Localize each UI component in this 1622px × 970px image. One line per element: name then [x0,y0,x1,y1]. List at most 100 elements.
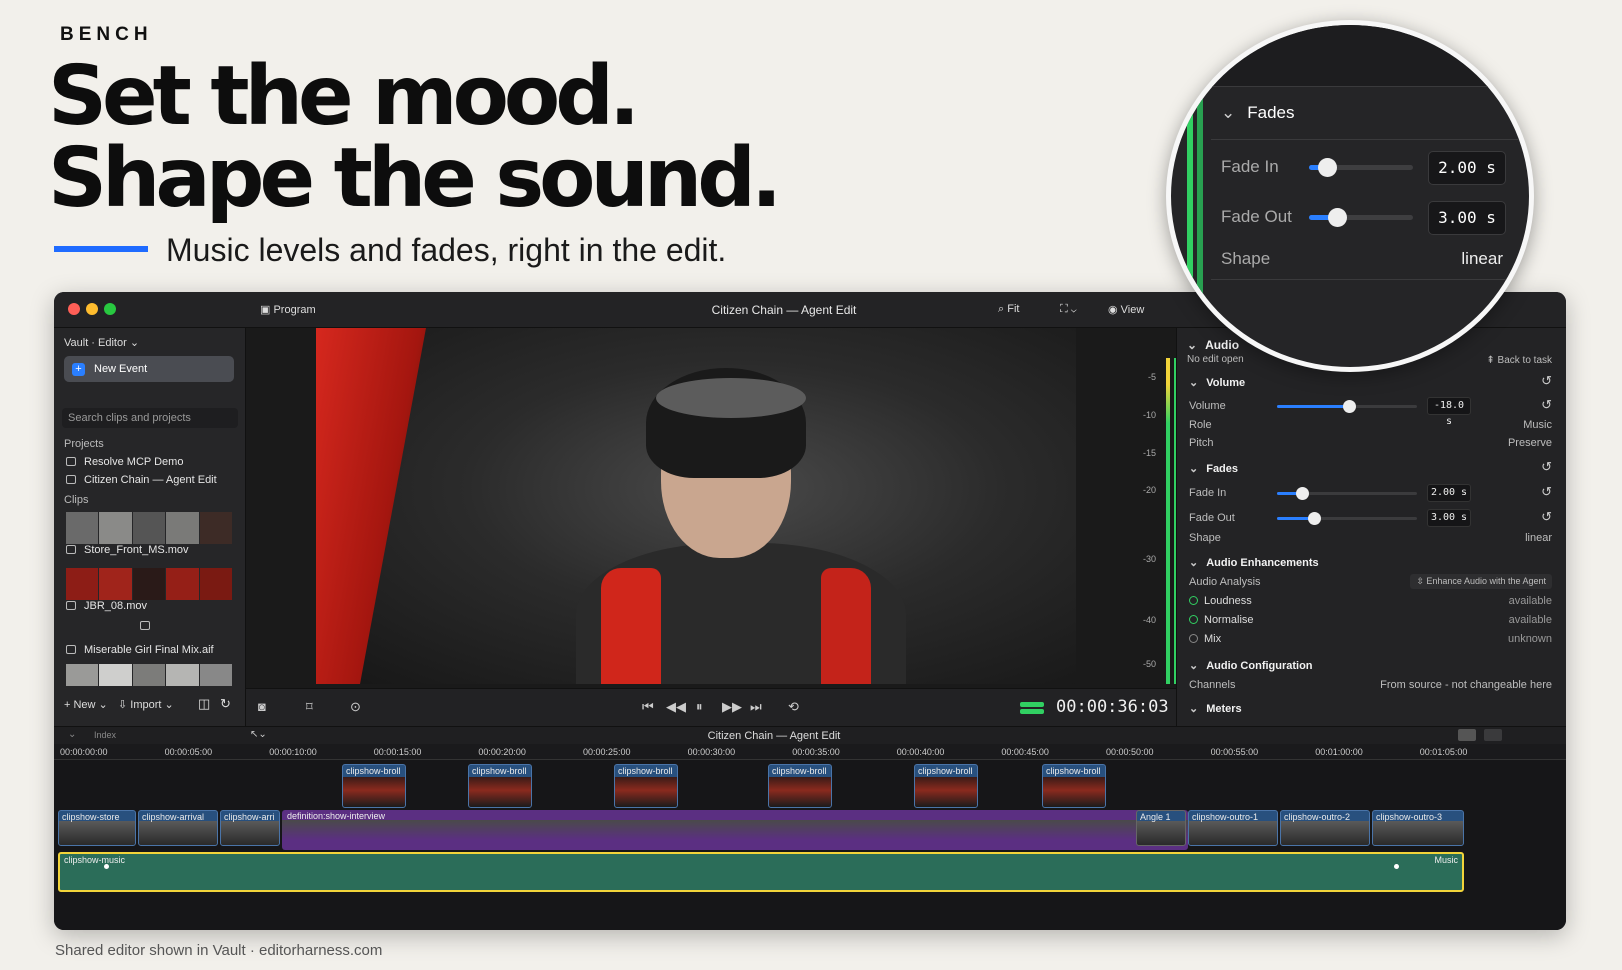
step-forward-icon[interactable]: ▶▶ [722,699,742,715]
broll-clip[interactable]: clipshow-broll [1042,764,1106,808]
pause-icon[interactable]: ⏸ [696,699,703,715]
pitch-value[interactable]: Preserve [1508,437,1552,449]
timeline-clip[interactable]: clipshow-store [58,810,136,846]
import-menu-button[interactable]: ⇩ Import ⌄ [118,698,174,711]
meter-tick: -30 [1142,554,1156,564]
film-icon [66,545,76,554]
timeline-tracks[interactable]: clipshow-broll clipshow-broll clipshow-bro… [54,760,1566,930]
bookmark-icon[interactable]: ⌑ [306,699,313,715]
clip-item[interactable]: Miserable Girl Final Mix.aif [66,644,214,656]
fade-in-value-field[interactable]: 2.00 s [1427,484,1471,502]
new-menu-button[interactable]: + New ⌄ [64,698,108,711]
volume-section-header[interactable]: Volume [1189,376,1245,389]
broll-clip[interactable]: clipshow-broll [468,764,532,808]
clip-label: clipshow-broll [772,766,827,776]
fade-in-slider[interactable] [1277,487,1417,500]
timeline-clip[interactable]: clipshow-outro-3 [1372,810,1464,846]
mix-status: unknown [1507,633,1552,645]
search-input[interactable]: Search clips and projects [62,408,238,428]
fit-button[interactable]: ⌕ Fit [998,303,1019,316]
role-label: Role [1189,419,1212,431]
timeline-clip[interactable]: Angle 1 [1136,810,1186,846]
fade-out-slider[interactable] [1277,512,1417,525]
library-switcher[interactable]: Vault · Editor ⌄ [64,336,139,349]
meters-section-header[interactable]: Meters [1189,702,1241,715]
clips-label: Clips [64,494,89,506]
brand-wordmark: BENCH [60,24,153,45]
enhance-audio-button[interactable]: ⇳ Enhance Audio with the Agent [1410,574,1552,589]
music-clip[interactable]: clipshow-music Music [58,852,1464,892]
refresh-icon[interactable]: ↻ [220,696,231,712]
project-item[interactable]: Resolve MCP Demo [66,456,183,468]
back-icon: ⇞ [1486,355,1498,366]
headline: Set the mood. Shape the sound. [48,56,782,220]
project-icon [66,475,76,484]
clip-thumbnail-strip[interactable] [66,568,233,600]
shape-label: Shape [1189,532,1221,544]
fade-out-slider[interactable] [1309,208,1413,227]
broll-clip[interactable]: clipshow-broll [342,764,406,808]
broll-clip[interactable]: clipshow-broll [614,764,678,808]
timeline-clip[interactable]: clipshow-outro-2 [1280,810,1370,846]
fade-out-label: Fade Out [1221,207,1292,226]
audio-meter-left [1166,358,1170,684]
fades-section-header[interactable]: Fades [1221,103,1294,123]
ruler-tick-label: 00:00:25:00 [583,747,631,757]
projects-label: Projects [64,438,104,450]
timeline-clip[interactable]: clipshow-arri [220,810,280,846]
clip-item[interactable]: JBR_08.mov [66,600,147,612]
fades-section-header[interactable]: Fades [1189,462,1238,475]
audio-skimming-icon[interactable] [1484,729,1502,741]
reset-icon[interactable]: ↺ [1541,397,1552,413]
mix-row: Mix [1189,633,1221,645]
configuration-section-header[interactable]: Audio Configuration [1189,659,1312,672]
timeline-ruler[interactable]: 00:00:00:00 00:00:05:00 00:00:10:00 00:00:1… [54,744,1566,760]
fade-out-value-field[interactable]: 3.00 s [1427,509,1471,527]
fade-in-slider[interactable] [1309,158,1413,177]
enhancements-section-header[interactable]: Audio Enhancements [1189,556,1318,569]
step-back-icon[interactable]: ◀◀ [666,699,686,715]
back-to-task-link[interactable]: ⇞ Back to task [1486,355,1552,366]
broll-clip[interactable]: clipshow-broll [914,764,978,808]
interview-clip[interactable]: definition:show-interview [282,810,1188,850]
camera-icon[interactable]: ◙ [258,699,266,714]
layout-icon[interactable]: ◫ [198,696,210,712]
reset-icon[interactable]: ↺ [1541,373,1552,389]
fade-out-handle[interactable] [1394,864,1399,869]
fade-in-handle[interactable] [104,864,109,869]
reset-icon[interactable]: ↺ [1541,484,1552,500]
bandana-shape [656,378,806,418]
skip-end-icon[interactable]: ⏭ [750,699,762,715]
clip-thumbnail-strip[interactable] [66,664,233,686]
shape-label: Shape [1221,249,1271,268]
shape-value[interactable]: linear [1461,249,1503,269]
snapping-icon[interactable] [1458,729,1476,741]
clip-label: clipshow-broll [918,766,973,776]
program-viewer[interactable]: -5 -10 -15 -20 -30 -40 -50 [246,328,1178,688]
reset-icon[interactable]: ↺ [1541,509,1552,525]
ruler-tick-label: 00:00:40:00 [896,747,945,757]
broll-clip[interactable]: clipshow-broll [768,764,832,808]
view-button[interactable]: ◉ View [1108,303,1144,316]
fade-out-value-field[interactable]: 3.00 s [1428,201,1506,235]
timeline-title: Citizen Chain — Agent Edit [707,730,841,742]
clip-thumbnail-strip[interactable] [66,512,233,544]
project-item[interactable]: Citizen Chain — Agent Edit [66,474,217,486]
volume-label: Volume [1189,400,1226,412]
skip-start-icon[interactable]: ⏮ [642,699,654,715]
clip-item[interactable]: Store_Front_MS.mov [66,544,189,556]
timeline-clip[interactable]: clipshow-outro-1 [1188,810,1278,846]
volume-slider[interactable] [1277,400,1417,413]
target-icon[interactable]: ⊙ [350,699,361,715]
fade-in-value-field[interactable]: 2.00 s [1428,151,1506,185]
shape-value[interactable]: linear [1525,532,1552,544]
role-value[interactable]: Music [1523,419,1552,431]
fullscreen-button[interactable]: ⛶ ⌄ [1060,303,1077,316]
reset-icon[interactable]: ↺ [1541,459,1552,475]
timeline-clip[interactable]: clipshow-arrival [138,810,218,846]
loop-icon[interactable]: ⟲ [788,699,799,715]
volume-value-field[interactable]: -18.0 s [1427,397,1471,427]
subheadline: Music levels and fades, right in the edi… [166,232,727,268]
new-event-button[interactable]: + New Event [64,356,234,382]
meter-strip [1197,25,1203,367]
